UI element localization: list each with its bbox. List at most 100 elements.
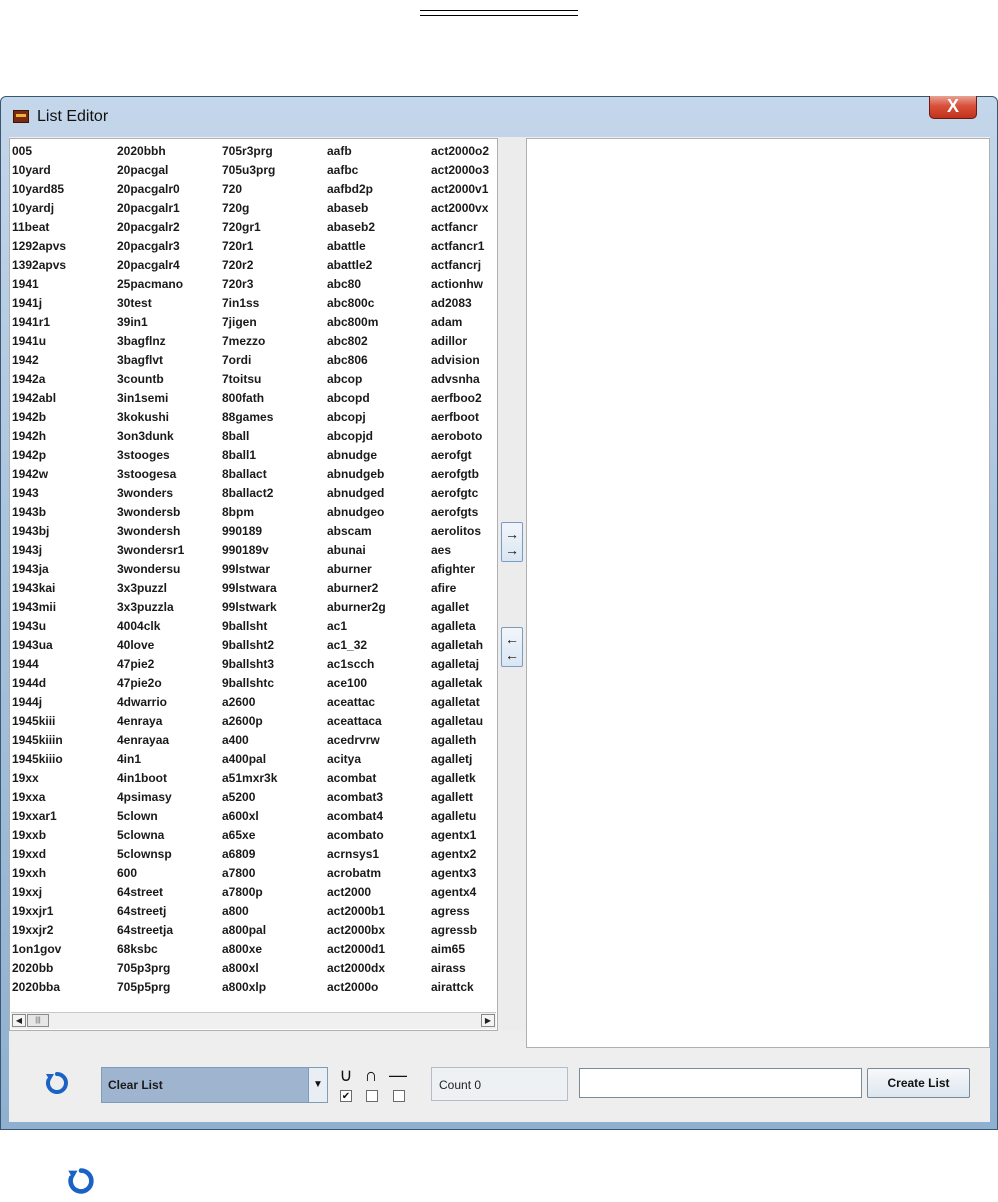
list-item[interactable]: aceattac: [327, 693, 386, 712]
list-item[interactable]: 4in1: [117, 750, 184, 769]
list-item[interactable]: 2020bb: [12, 959, 66, 978]
list-item[interactable]: acitya: [327, 750, 386, 769]
list-item[interactable]: a2600: [222, 693, 277, 712]
list-item[interactable]: 1392apvs: [12, 256, 66, 275]
list-item[interactable]: 1945kiiin: [12, 731, 66, 750]
list-item[interactable]: abc806: [327, 351, 386, 370]
list-item[interactable]: 4enrayaa: [117, 731, 184, 750]
list-item[interactable]: 5clowna: [117, 826, 184, 845]
list-item[interactable]: 1944j: [12, 693, 66, 712]
union-checkbox[interactable]: ✔: [340, 1090, 352, 1102]
list-mode-select[interactable]: Clear List ▼: [101, 1067, 328, 1103]
list-item[interactable]: aerofgt: [431, 446, 489, 465]
list-item[interactable]: 68ksbc: [117, 940, 184, 959]
list-item[interactable]: 8ballact: [222, 465, 277, 484]
list-item[interactable]: ace100: [327, 674, 386, 693]
list-item[interactable]: 8bpm: [222, 503, 277, 522]
list-item[interactable]: 20pacgalr3: [117, 237, 184, 256]
list-item[interactable]: aburner2g: [327, 598, 386, 617]
list-item[interactable]: aerfboot: [431, 408, 489, 427]
list-item[interactable]: actfancrj: [431, 256, 489, 275]
list-item[interactable]: acombat4: [327, 807, 386, 826]
list-item[interactable]: abscam: [327, 522, 386, 541]
list-item[interactable]: 705p5prg: [117, 978, 184, 997]
list-item[interactable]: 705u3prg: [222, 161, 277, 180]
list-item[interactable]: 2020bbh: [117, 142, 184, 161]
list-item[interactable]: 47pie2: [117, 655, 184, 674]
intersect-checkbox[interactable]: [366, 1090, 378, 1102]
list-item[interactable]: 1942: [12, 351, 66, 370]
list-item[interactable]: a5200: [222, 788, 277, 807]
list-item[interactable]: aeroboto: [431, 427, 489, 446]
list-item[interactable]: a7800p: [222, 883, 277, 902]
list-item[interactable]: 3wonders: [117, 484, 184, 503]
list-item[interactable]: 1942abl: [12, 389, 66, 408]
list-item[interactable]: abnudgeb: [327, 465, 386, 484]
list-item[interactable]: 1on1gov: [12, 940, 66, 959]
list-item[interactable]: act2000bx: [327, 921, 386, 940]
list-item[interactable]: a7800: [222, 864, 277, 883]
list-item[interactable]: acombat: [327, 769, 386, 788]
list-item[interactable]: abattle2: [327, 256, 386, 275]
list-item[interactable]: 720g: [222, 199, 277, 218]
list-item[interactable]: 7in1ss: [222, 294, 277, 313]
list-item[interactable]: 1943kai: [12, 579, 66, 598]
list-item[interactable]: aafb: [327, 142, 386, 161]
list-item[interactable]: agalleth: [431, 731, 489, 750]
list-item[interactable]: 3kokushi: [117, 408, 184, 427]
list-item[interactable]: acedrvrw: [327, 731, 386, 750]
list-item[interactable]: 3on3dunk: [117, 427, 184, 446]
list-item[interactable]: 720: [222, 180, 277, 199]
list-item[interactable]: abaseb2: [327, 218, 386, 237]
list-item[interactable]: 800fath: [222, 389, 277, 408]
list-item[interactable]: 20pacgalr4: [117, 256, 184, 275]
list-item[interactable]: agentx1: [431, 826, 489, 845]
list-item[interactable]: 2020bba: [12, 978, 66, 997]
list-item[interactable]: a800: [222, 902, 277, 921]
list-item[interactable]: 005: [12, 142, 66, 161]
list-item[interactable]: agalletau: [431, 712, 489, 731]
selected-items-list[interactable]: [526, 138, 990, 1048]
list-item[interactable]: abc800m: [327, 313, 386, 332]
list-item[interactable]: 1943: [12, 484, 66, 503]
list-item[interactable]: aburner2: [327, 579, 386, 598]
list-item[interactable]: 30test: [117, 294, 184, 313]
list-item[interactable]: aburner: [327, 560, 386, 579]
list-item[interactable]: 1943ua: [12, 636, 66, 655]
list-item[interactable]: 1945kiii: [12, 712, 66, 731]
chevron-down-icon[interactable]: ▼: [308, 1068, 327, 1102]
create-list-button[interactable]: Create List: [867, 1068, 970, 1098]
list-item[interactable]: 4dwarrio: [117, 693, 184, 712]
list-item[interactable]: agalletk: [431, 769, 489, 788]
list-item[interactable]: 1943j: [12, 541, 66, 560]
list-item[interactable]: 19xxj: [12, 883, 66, 902]
list-item[interactable]: 88games: [222, 408, 277, 427]
list-item[interactable]: a800xl: [222, 959, 277, 978]
list-item[interactable]: 3in1semi: [117, 389, 184, 408]
list-item[interactable]: 1292apvs: [12, 237, 66, 256]
list-item[interactable]: 64streetja: [117, 921, 184, 940]
list-item[interactable]: 1941u: [12, 332, 66, 351]
list-item[interactable]: act2000v1: [431, 180, 489, 199]
list-item[interactable]: aafbc: [327, 161, 386, 180]
list-item[interactable]: 19xxjr2: [12, 921, 66, 940]
list-item[interactable]: 1944: [12, 655, 66, 674]
list-item[interactable]: 64street: [117, 883, 184, 902]
list-item[interactable]: agentx3: [431, 864, 489, 883]
list-item[interactable]: abnudge: [327, 446, 386, 465]
list-item[interactable]: abcopjd: [327, 427, 386, 446]
list-item[interactable]: 1943b: [12, 503, 66, 522]
list-item[interactable]: abc800c: [327, 294, 386, 313]
list-item[interactable]: 20pacgalr1: [117, 199, 184, 218]
list-item[interactable]: airass: [431, 959, 489, 978]
list-item[interactable]: actfancr1: [431, 237, 489, 256]
list-item[interactable]: 1941j: [12, 294, 66, 313]
list-item[interactable]: 1943ja: [12, 560, 66, 579]
list-item[interactable]: agalletah: [431, 636, 489, 655]
list-item[interactable]: a400: [222, 731, 277, 750]
list-item[interactable]: 10yard: [12, 161, 66, 180]
list-item[interactable]: 19xxjr1: [12, 902, 66, 921]
list-item[interactable]: 9ballsht2: [222, 636, 277, 655]
list-item[interactable]: 7toitsu: [222, 370, 277, 389]
title-bar[interactable]: List Editor X: [1, 96, 997, 137]
